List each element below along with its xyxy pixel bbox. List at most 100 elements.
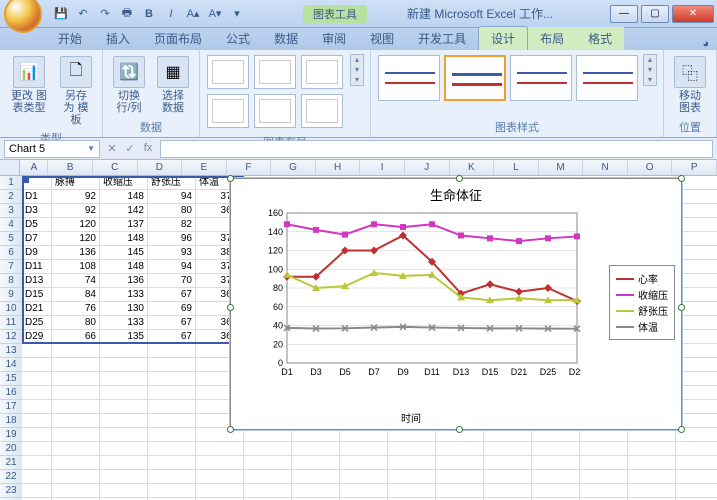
cell[interactable]: 67: [148, 288, 196, 302]
row-header[interactable]: 12: [0, 330, 22, 344]
resize-handle[interactable]: [227, 426, 234, 433]
col-header[interactable]: O: [628, 160, 673, 175]
cell[interactable]: D21: [22, 302, 52, 316]
chart-layout-option[interactable]: [301, 94, 343, 128]
save-template-button[interactable]: 🗋 另存为 模板: [56, 54, 96, 128]
col-header[interactable]: J: [405, 160, 450, 175]
cell[interactable]: 收缩压: [100, 176, 148, 190]
row-header[interactable]: 7: [0, 260, 22, 274]
cell[interactable]: 142: [100, 204, 148, 218]
print-icon[interactable]: 🖶: [118, 5, 136, 23]
chart-style-option[interactable]: [576, 55, 638, 101]
cell[interactable]: 135: [100, 330, 148, 344]
cell[interactable]: D7: [22, 232, 52, 246]
chart-title[interactable]: 生命体征: [231, 179, 681, 206]
row-header[interactable]: 23: [0, 484, 22, 498]
cell[interactable]: 82: [148, 218, 196, 232]
chart-layout-option[interactable]: [207, 94, 249, 128]
change-chart-type-button[interactable]: 📊 更改 图表类型: [6, 54, 52, 116]
row-header[interactable]: 5: [0, 232, 22, 246]
row-header[interactable]: 3: [0, 204, 22, 218]
undo-icon[interactable]: ↶: [74, 5, 92, 23]
cell[interactable]: 76: [52, 302, 100, 316]
col-header[interactable]: D: [138, 160, 183, 175]
layout-gallery-scroll[interactable]: ▴▾▾: [350, 54, 364, 86]
col-header[interactable]: C: [93, 160, 138, 175]
chart-style-option[interactable]: [378, 55, 440, 101]
minimize-button[interactable]: —: [610, 5, 638, 23]
col-header[interactable]: P: [672, 160, 717, 175]
qat-dropdown-icon[interactable]: ▾: [228, 5, 246, 23]
row-header[interactable]: 18: [0, 414, 22, 428]
maximize-button[interactable]: ▢: [641, 5, 669, 23]
tab-review[interactable]: 审阅: [310, 27, 358, 50]
select-all-corner[interactable]: [0, 160, 20, 175]
row-header[interactable]: 1: [0, 176, 22, 190]
row-header[interactable]: 6: [0, 246, 22, 260]
cell[interactable]: 67: [148, 330, 196, 344]
font-shrink-icon[interactable]: A▾: [206, 5, 224, 23]
embedded-chart[interactable]: 生命体征 020406080100120140160D1D3D5D7D9D11D…: [230, 178, 682, 430]
cell[interactable]: 69: [148, 302, 196, 316]
cell[interactable]: D11: [22, 260, 52, 274]
col-header[interactable]: A: [20, 160, 48, 175]
resize-handle[interactable]: [227, 304, 234, 311]
help-icon[interactable]: ◕: [702, 38, 709, 50]
close-button[interactable]: ✕: [672, 5, 714, 23]
select-data-button[interactable]: ▦ 选择数据: [153, 54, 193, 116]
cell[interactable]: 66: [52, 330, 100, 344]
cell[interactable]: 80: [52, 316, 100, 330]
col-header[interactable]: G: [271, 160, 316, 175]
resize-handle[interactable]: [456, 175, 463, 182]
fx-icon[interactable]: fx: [140, 142, 156, 155]
col-header[interactable]: F: [227, 160, 272, 175]
chart-layout-option[interactable]: [254, 94, 296, 128]
row-header[interactable]: 22: [0, 470, 22, 484]
col-header[interactable]: E: [182, 160, 227, 175]
col-header[interactable]: K: [450, 160, 495, 175]
row-header[interactable]: 11: [0, 316, 22, 330]
cell[interactable]: 94: [148, 190, 196, 204]
resize-handle[interactable]: [678, 426, 685, 433]
resize-handle[interactable]: [678, 175, 685, 182]
row-header[interactable]: 8: [0, 274, 22, 288]
cell[interactable]: 136: [100, 274, 148, 288]
move-chart-button[interactable]: ⿻ 移动图表: [670, 54, 710, 116]
cell[interactable]: D9: [22, 246, 52, 260]
resize-handle[interactable]: [456, 426, 463, 433]
cell[interactable]: 137: [100, 218, 148, 232]
chart-layout-option[interactable]: [301, 55, 343, 89]
row-header[interactable]: 17: [0, 400, 22, 414]
row-header[interactable]: 10: [0, 302, 22, 316]
row-header[interactable]: 4: [0, 218, 22, 232]
cell[interactable]: 70: [148, 274, 196, 288]
cell[interactable]: 148: [100, 190, 148, 204]
row-header[interactable]: 2: [0, 190, 22, 204]
cell[interactable]: 舒张压: [148, 176, 196, 190]
chart-legend[interactable]: 心率 收缩压 舒张压 体温: [609, 265, 675, 340]
name-box[interactable]: Chart 5 ▼: [4, 140, 100, 158]
cell[interactable]: 脉搏: [52, 176, 100, 190]
row-header[interactable]: 15: [0, 372, 22, 386]
tab-format[interactable]: 格式: [576, 27, 624, 50]
cell[interactable]: 145: [100, 246, 148, 260]
col-header[interactable]: L: [494, 160, 539, 175]
cell[interactable]: 148: [100, 260, 148, 274]
cell[interactable]: D1: [22, 190, 52, 204]
tab-layout[interactable]: 布局: [528, 27, 576, 50]
cell[interactable]: 120: [52, 218, 100, 232]
cancel-formula-icon[interactable]: ✕: [104, 142, 120, 155]
col-header[interactable]: N: [583, 160, 628, 175]
cell[interactable]: D25: [22, 316, 52, 330]
tab-page-layout[interactable]: 页面布局: [142, 27, 214, 50]
tab-home[interactable]: 开始: [46, 27, 94, 50]
cell[interactable]: 84: [52, 288, 100, 302]
row-header[interactable]: 20: [0, 442, 22, 456]
cell[interactable]: 74: [52, 274, 100, 288]
enter-formula-icon[interactable]: ✓: [122, 142, 138, 155]
row-header[interactable]: 13: [0, 344, 22, 358]
col-header[interactable]: I: [360, 160, 405, 175]
tab-view[interactable]: 视图: [358, 27, 406, 50]
cell[interactable]: 136: [52, 246, 100, 260]
row-header[interactable]: 14: [0, 358, 22, 372]
